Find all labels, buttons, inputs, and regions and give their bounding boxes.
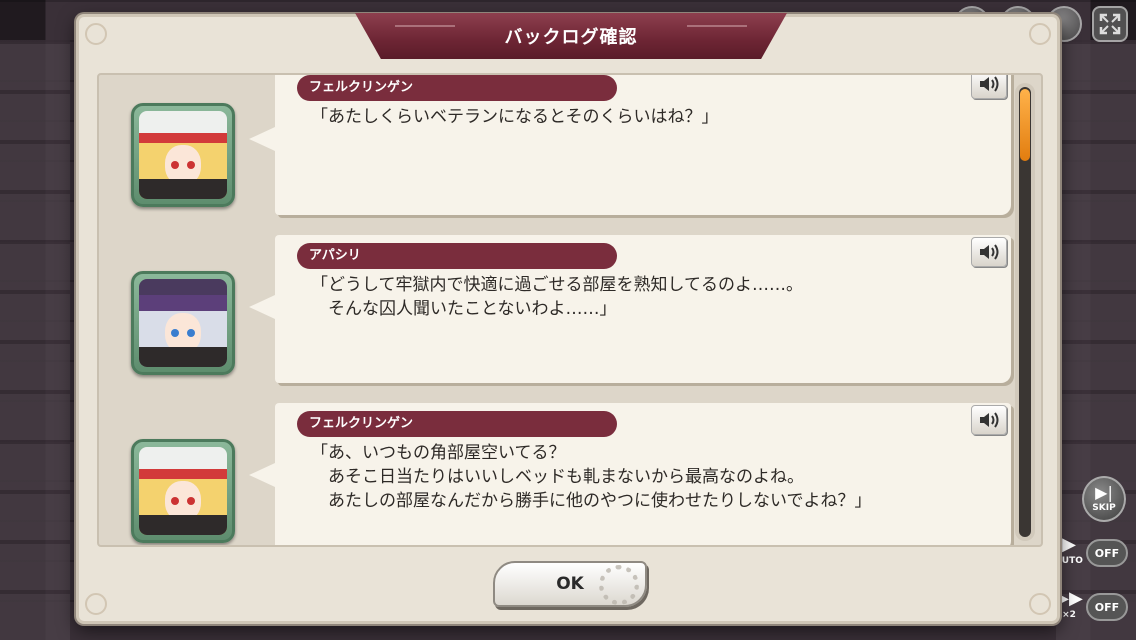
- backlog-scrollbar[interactable]: [1015, 83, 1035, 541]
- speaker-icon: [980, 76, 999, 92]
- stone-pillar-left: [0, 40, 70, 640]
- scroll-track: [1019, 87, 1031, 537]
- auto-toggle[interactable]: OFF: [1086, 539, 1128, 567]
- fullscreen-button[interactable]: [1092, 6, 1128, 42]
- dialogue-text: 「あ、いつもの角部屋空いてる？ あそこ日当たりはいいしベッドも軋まないから最高な…: [311, 443, 872, 511]
- dialogue-text: 「どうして牢獄内で快適に過ごせる部屋を熟知してるのよ……。 そんな囚人聞いたこと…: [311, 275, 803, 319]
- auto-control: ▶ AUTO OFF: [1054, 536, 1128, 570]
- gear-icon: [599, 565, 639, 605]
- dialogue-bubble: アパシリ 「どうして牢獄内で快適に過ごせる部屋を熟知してるのよ……。 そんな囚人…: [249, 235, 1011, 383]
- ferklingen-portrait: [131, 103, 235, 207]
- speaker-icon: [980, 412, 999, 428]
- ok-button[interactable]: OK: [493, 561, 647, 607]
- speed-control: ▶▶ ×2 OFF: [1054, 590, 1128, 624]
- corner-ornament: [1029, 23, 1051, 45]
- speaker-name: フェルクリンゲン: [297, 75, 617, 101]
- speed-toggle[interactable]: OFF: [1086, 593, 1128, 621]
- speed-label: ×2: [1062, 610, 1076, 620]
- ferklingen-portrait: [131, 439, 235, 543]
- voice-replay-button[interactable]: [971, 75, 1007, 99]
- voice-replay-button[interactable]: [971, 405, 1007, 435]
- dialog-title-bar: バックログ確認: [355, 13, 787, 59]
- corner-ornament: [85, 23, 107, 45]
- backlog-entry: フェルクリンゲン 「あ、いつもの角部屋空いてる？ あそこ日当たりはいいしベッドも…: [99, 403, 1011, 545]
- corner-ornament: [85, 593, 107, 615]
- backlog-entry: フェルクリンゲン 「あたしくらいベテランになるとそのくらいはね？」: [99, 75, 1011, 215]
- title-ornament: [395, 25, 455, 45]
- dialogue-text: 「あたしくらいベテランになるとそのくらいはね？」: [311, 107, 719, 127]
- speaker-name: アパシリ: [297, 243, 617, 269]
- dialog-title: バックログ確認: [504, 27, 638, 48]
- dialogue-bubble: フェルクリンゲン 「あ、いつもの角部屋空いてる？ あそこ日当たりはいいしベッドも…: [249, 403, 1011, 545]
- title-ornament: [687, 25, 747, 45]
- skip-label: SKIP: [1092, 503, 1116, 513]
- backlog-entry: アパシリ 「どうして牢獄内で快適に過ごせる部屋を熟知してるのよ……。 そんな囚人…: [99, 235, 1011, 383]
- skip-icon: ▶|: [1095, 483, 1113, 502]
- dialogue-bubble: フェルクリンゲン 「あたしくらいベテランになるとそのくらいはね？」: [249, 75, 1011, 215]
- backlog-list[interactable]: フェルクリンゲン 「あたしくらいベテランになるとそのくらいはね？」 アパシリ 「…: [97, 73, 1043, 547]
- fullscreen-icon: [1099, 13, 1121, 35]
- scroll-thumb[interactable]: [1020, 89, 1030, 161]
- speaker-icon: [980, 244, 999, 260]
- apashiri-portrait: [131, 271, 235, 375]
- speaker-name: フェルクリンゲン: [297, 411, 617, 437]
- skip-button[interactable]: ▶| SKIP: [1082, 476, 1126, 522]
- ok-label: OK: [556, 574, 584, 594]
- backlog-dialog: バックログ確認 フェルクリンゲン 「あたしくらいベテランになるとそのくらいはね？…: [76, 13, 1060, 624]
- corner-ornament: [1029, 593, 1051, 615]
- voice-replay-button[interactable]: [971, 237, 1007, 267]
